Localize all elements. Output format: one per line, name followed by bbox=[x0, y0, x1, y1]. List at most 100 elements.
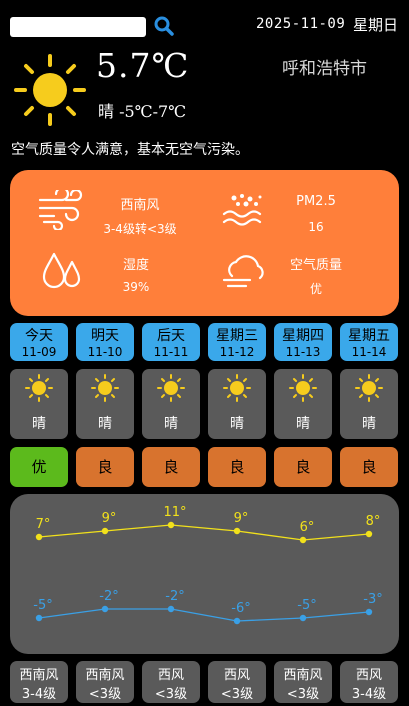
wind-direction: 西南风 bbox=[85, 668, 125, 683]
forecast-wind-4: 西南风 <3级 bbox=[274, 661, 332, 703]
day-date: 11-12 bbox=[219, 345, 255, 359]
day-date: 11-14 bbox=[351, 345, 387, 359]
data-label-low: -3° bbox=[363, 592, 382, 607]
data-label-low: -2° bbox=[99, 589, 118, 604]
data-label-high: 11° bbox=[163, 505, 186, 520]
forecast-weather-1: 晴 bbox=[76, 369, 134, 439]
wind-level: 3-4级转<3级 bbox=[103, 222, 177, 236]
day-tab-5[interactable]: 星期五 11-14 bbox=[340, 323, 398, 361]
humidity-icon bbox=[42, 252, 81, 289]
forecast-condition: 晴 bbox=[296, 416, 310, 432]
wind-level: 3-4级 bbox=[351, 687, 387, 702]
temperature-chart: 7° 9° 11° 9° 6° 8° -5° -2° -2° -6° -5° -3° bbox=[10, 494, 399, 654]
data-point-high bbox=[299, 536, 307, 544]
day-tab-4[interactable]: 星期四 11-13 bbox=[274, 323, 332, 361]
forecast-wind-0: 西南风 3-4级 bbox=[10, 661, 68, 703]
wind-level: 3-4级 bbox=[21, 687, 57, 702]
wind-level: <3级 bbox=[286, 687, 320, 702]
day-name: 星期三 bbox=[216, 328, 258, 344]
wind-level: <3级 bbox=[154, 687, 188, 702]
wind-direction: 西南风 bbox=[283, 668, 323, 683]
data-point-low bbox=[35, 614, 43, 622]
wind-level: <3级 bbox=[88, 687, 122, 702]
forecast-weather-3: 晴 bbox=[208, 369, 266, 439]
forecast-condition: 晴 bbox=[164, 416, 178, 432]
day-name: 星期五 bbox=[348, 328, 390, 344]
wind-direction: 西南风 bbox=[19, 668, 59, 683]
forecast-weather-4: 晴 bbox=[274, 369, 332, 439]
forecast-aq-1: 良 bbox=[76, 447, 134, 487]
sun-icon bbox=[157, 374, 185, 402]
forecast-aq-2: 良 bbox=[142, 447, 200, 487]
temperature-chart-svg: 7° 9° 11° 9° 6° 8° -5° -2° -2° -6° -5° -3° bbox=[33, 505, 383, 625]
forecast-wind-3: 西风 <3级 bbox=[208, 661, 266, 703]
series-line-high bbox=[38, 524, 370, 541]
data-point-high bbox=[233, 527, 241, 535]
forecast-weather-0: 晴 bbox=[10, 369, 68, 439]
forecast-wind-1: 西南风 <3级 bbox=[76, 661, 134, 703]
wind-icon bbox=[38, 190, 83, 230]
forecast-weather-2: 晴 bbox=[142, 369, 200, 439]
forecast-wind-5: 西风 3-4级 bbox=[340, 661, 398, 703]
forecast-condition: 晴 bbox=[32, 416, 46, 432]
day-date: 11-10 bbox=[87, 345, 123, 359]
day-name: 明天 bbox=[91, 328, 119, 344]
day-tab-0[interactable]: 今天 11-09 bbox=[10, 323, 68, 361]
pm25-icon bbox=[222, 194, 262, 226]
data-label-low: -5° bbox=[33, 598, 52, 613]
condition-range: 晴 -5℃-7℃ bbox=[98, 102, 187, 121]
air-quality-description: 空气质量令人满意，基本无空气污染。 bbox=[11, 142, 249, 158]
cloud-icon bbox=[222, 255, 264, 288]
sun-icon bbox=[14, 54, 86, 126]
city-name: 呼和浩特市 bbox=[282, 59, 367, 79]
forecast-condition: 晴 bbox=[362, 416, 376, 432]
details-card: 西南风 3-4级转<3级 PM2.5 16 湿度 39% 空气质量 优 bbox=[10, 170, 399, 316]
day-tab-3[interactable]: 星期三 11-12 bbox=[208, 323, 266, 361]
sun-icon bbox=[25, 374, 53, 402]
humidity-label: 湿度 bbox=[122, 258, 149, 273]
forecast-aq-3: 良 bbox=[208, 447, 266, 487]
current-date: 2025-11-09 bbox=[256, 16, 346, 32]
data-label-high: 9° bbox=[234, 511, 249, 526]
data-point-high bbox=[365, 530, 373, 538]
data-label-high: 9° bbox=[102, 511, 117, 526]
data-point-low bbox=[167, 605, 175, 613]
forecast-aq-0: 优 bbox=[10, 447, 68, 487]
wind-level: <3级 bbox=[220, 687, 254, 702]
data-label-low: -2° bbox=[165, 589, 184, 604]
forecast-aq-5: 良 bbox=[340, 447, 398, 487]
data-label-high: 6° bbox=[300, 520, 315, 535]
day-tab-1[interactable]: 明天 11-10 bbox=[76, 323, 134, 361]
wind-direction: 西风 bbox=[157, 668, 184, 683]
data-point-low bbox=[101, 605, 109, 613]
search-icon[interactable] bbox=[152, 14, 176, 38]
data-label-high: 8° bbox=[366, 514, 381, 529]
search-input[interactable] bbox=[10, 17, 146, 37]
forecast-condition: 晴 bbox=[230, 416, 244, 432]
wind-direction: 西南风 bbox=[120, 198, 160, 213]
day-date: 11-11 bbox=[153, 345, 189, 359]
day-date: 11-09 bbox=[21, 345, 57, 359]
data-point-high bbox=[167, 521, 175, 529]
sun-icon bbox=[223, 374, 251, 402]
data-label-low: -6° bbox=[231, 601, 250, 616]
sun-icon bbox=[91, 374, 119, 402]
pm25-value: 16 bbox=[308, 220, 324, 234]
forecast-weather-5: 晴 bbox=[340, 369, 398, 439]
data-label-low: -5° bbox=[297, 598, 316, 613]
current-temperature: 5.7℃ bbox=[96, 46, 190, 85]
sun-icon bbox=[355, 374, 383, 402]
humidity-value: 39% bbox=[122, 280, 150, 294]
data-point-low bbox=[233, 617, 241, 625]
day-date: 11-13 bbox=[285, 345, 321, 359]
forecast-wind-2: 西风 <3级 bbox=[142, 661, 200, 703]
data-point-low bbox=[365, 608, 373, 616]
data-point-high bbox=[35, 533, 43, 541]
wind-direction: 西风 bbox=[355, 668, 382, 683]
pm25-label: PM2.5 bbox=[296, 194, 336, 209]
air-quality-label: 空气质量 bbox=[289, 258, 342, 273]
current-weekday: 星期日 bbox=[353, 16, 399, 34]
day-name: 今天 bbox=[25, 328, 53, 344]
forecast-aq-4: 良 bbox=[274, 447, 332, 487]
day-tab-2[interactable]: 后天 11-11 bbox=[142, 323, 200, 361]
